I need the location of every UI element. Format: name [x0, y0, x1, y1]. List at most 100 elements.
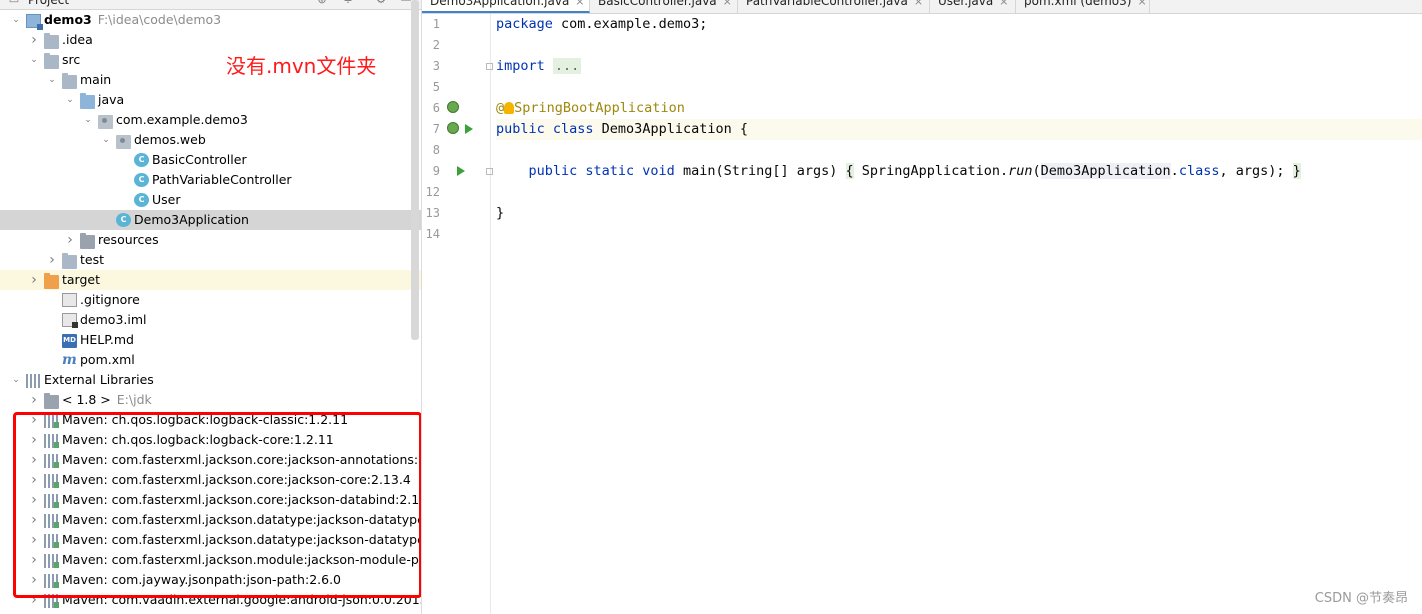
keyword: import [496, 58, 545, 74]
close-icon[interactable]: × [575, 0, 584, 8]
tree-item[interactable]: › Maven: com.fasterxml.jackson.core:jacks… [0, 490, 421, 510]
editor-tab[interactable]: Demo3Application.java × [422, 0, 590, 13]
gear-icon[interactable]: ⚙ [375, 0, 387, 6]
chevron-right-icon[interactable]: › [28, 470, 40, 490]
chevron-right-icon[interactable]: › [46, 250, 58, 270]
tree-item[interactable]: ⌄ com.example.demo3 [0, 110, 421, 130]
chevron-right-icon[interactable]: › [28, 450, 40, 470]
fold-toggle-icon[interactable] [486, 63, 493, 70]
line-number: 1 [432, 17, 440, 31]
tree-item-label: User [152, 192, 181, 207]
chevron-right-icon[interactable]: › [64, 230, 76, 250]
editor-tab-bar: Demo3Application.java × BasicController.ja… [422, 0, 1422, 14]
locate-icon[interactable]: ⊕ [316, 0, 328, 6]
tree-item[interactable]: › Maven: ch.qos.logback:logback-core:1.2.… [0, 430, 421, 450]
close-icon[interactable]: × [723, 0, 732, 8]
file-icon [62, 293, 77, 307]
tree-item[interactable]: demo3.iml [0, 310, 421, 330]
close-icon[interactable]: × [1137, 0, 1146, 8]
tree-item[interactable]: › < 1.8 > E:\jdk [0, 390, 421, 410]
run-main-icon[interactable] [457, 166, 465, 176]
tree-item-label: Maven: com.fasterxml.jackson.datatype:ja… [62, 532, 422, 547]
editor-tab[interactable]: User.java × [930, 0, 1016, 13]
tree-item[interactable]: C BasicController [0, 150, 421, 170]
chevron-right-icon[interactable]: › [28, 570, 40, 590]
tree-item[interactable]: › resources [0, 230, 421, 250]
lightbulb-icon[interactable] [504, 102, 515, 114]
tree-item[interactable]: › target [0, 270, 421, 290]
editor-tab[interactable]: PathVariableController.java × [738, 0, 930, 13]
chevron-down-icon[interactable]: ⌄ [46, 70, 58, 90]
tree-item-label: demo3 [44, 12, 92, 27]
tree-item[interactable]: m pom.xml [0, 350, 421, 370]
editor-tab[interactable]: pom.xml (demo3) × [1016, 0, 1150, 13]
maven-library-icon [44, 414, 59, 428]
maven-pom-icon: m [62, 352, 77, 368]
spring-bean-icon[interactable] [447, 101, 459, 113]
tree-item[interactable]: › Maven: com.fasterxml.jackson.core:jacks… [0, 450, 421, 470]
tree-item-label: Maven: com.fasterxml.jackson.datatype:ja… [62, 512, 422, 527]
chevron-down-icon[interactable]: ⌄ [82, 110, 94, 130]
chevron-right-icon[interactable]: › [28, 510, 40, 530]
chevron-right-icon[interactable]: › [28, 430, 40, 450]
module-icon [26, 14, 43, 30]
tree-item[interactable]: ⌄ demo3 F:\idea\code\demo3 [0, 10, 421, 30]
maven-library-icon [44, 534, 59, 548]
tree-item-label: .idea [62, 32, 93, 47]
code-editor[interactable]: Demo3Application.java × BasicController.ja… [422, 0, 1422, 614]
chevron-down-icon[interactable]: ⌄ [10, 370, 22, 390]
chevron-down-icon[interactable]: ⌄ [28, 50, 40, 70]
tree-item[interactable]: ⌄ External Libraries [0, 370, 421, 390]
tree-item-label: demos.web [134, 132, 206, 147]
chevron-down-icon[interactable]: ⌄ [100, 130, 112, 150]
watermark: CSDN @节奏昂 [1314, 591, 1408, 606]
tree-item[interactable]: C User [0, 190, 421, 210]
import-fold-placeholder[interactable]: ... [552, 58, 582, 74]
method-run: run [1008, 163, 1033, 179]
tree-item[interactable]: › Maven: com.fasterxml.jackson.datatype:j… [0, 530, 421, 550]
tree-item[interactable]: C Demo3Application [0, 210, 421, 230]
close-icon[interactable]: × [999, 0, 1008, 8]
chevron-right-icon[interactable]: › [28, 30, 40, 50]
close-icon[interactable]: × [914, 0, 923, 8]
chevron-right-icon[interactable]: › [28, 490, 40, 510]
tree-item[interactable]: › .idea [0, 30, 421, 50]
chevron-right-icon[interactable]: › [28, 390, 40, 410]
project-view-icon[interactable]: ▭ [8, 0, 20, 6]
chevron-down-icon[interactable]: ⌄ [64, 90, 76, 110]
tree-scrollbar[interactable] [411, 0, 419, 340]
tree-item[interactable]: MD HELP.md [0, 330, 421, 350]
tree-item[interactable]: C PathVariableController [0, 170, 421, 190]
editor-tab[interactable]: BasicController.java × [590, 0, 738, 13]
spring-bean-icon[interactable] [447, 122, 459, 134]
tree-item[interactable]: › Maven: com.fasterxml.jackson.datatype:j… [0, 510, 421, 530]
chevron-right-icon[interactable]: › [28, 410, 40, 430]
run-class-icon[interactable] [465, 124, 473, 134]
code-line-7: public class Demo3Application { [496, 119, 1422, 140]
tree-item[interactable]: .gitignore [0, 290, 421, 310]
folded-brace-open[interactable]: { [845, 163, 854, 179]
project-panel-title[interactable]: Project [28, 0, 69, 9]
tree-item[interactable]: ⌄ demos.web [0, 130, 421, 150]
folder-icon [44, 33, 59, 49]
folded-brace-close[interactable]: } [1292, 163, 1301, 179]
tree-item-label: Maven: com.jayway.jsonpath:json-path:2.6… [62, 572, 341, 587]
fold-toggle-icon[interactable] [486, 168, 493, 175]
tree-item[interactable]: › Maven: com.fasterxml.jackson.core:jacks… [0, 470, 421, 490]
chevron-right-icon[interactable]: › [28, 550, 40, 570]
collapse-all-icon[interactable]: ≑ [342, 0, 354, 6]
tree-item-label: BasicController [152, 152, 247, 167]
tree-item[interactable]: › test [0, 250, 421, 270]
tree-item[interactable]: › Maven: ch.qos.logback:logback-classic:1… [0, 410, 421, 430]
chevron-right-icon[interactable]: › [28, 270, 40, 290]
tree-item[interactable]: ⌄ java [0, 90, 421, 110]
keyword: public class [496, 121, 594, 137]
chevron-right-icon[interactable]: › [28, 590, 40, 610]
tree-item[interactable]: › Maven: com.jayway.jsonpath:json-path:2.… [0, 570, 421, 590]
code-line-1: package com.example.demo3; [496, 14, 1422, 35]
tree-item[interactable]: › Maven: com.vaadin.external.google:andro… [0, 590, 421, 610]
chevron-down-icon[interactable]: ⌄ [10, 10, 22, 30]
tree-item[interactable]: › Maven: com.fasterxml.jackson.module:jac… [0, 550, 421, 570]
tree-item-label: com.example.demo3 [116, 112, 248, 127]
chevron-right-icon[interactable]: › [28, 530, 40, 550]
